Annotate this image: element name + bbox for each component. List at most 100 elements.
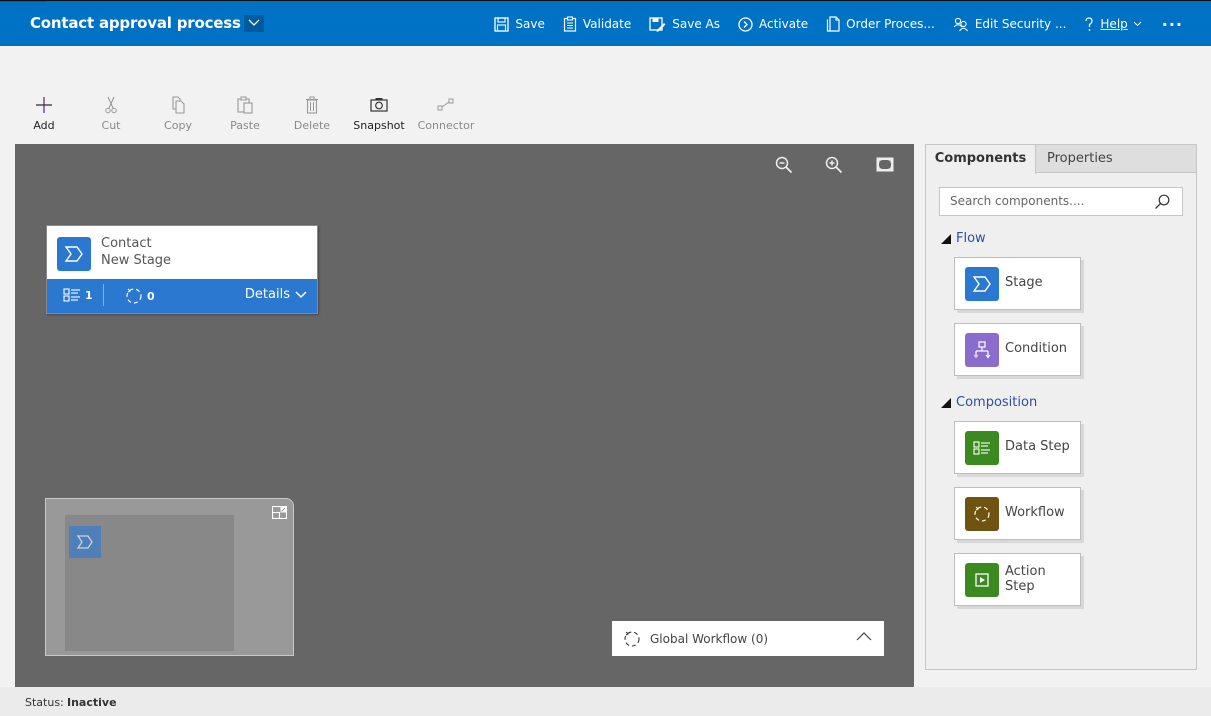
tab-properties[interactable]: Properties [1047, 145, 1113, 173]
minimap-collapse-button[interactable] [271, 504, 288, 523]
workflow-icon [126, 288, 142, 304]
minimap[interactable] [45, 498, 294, 656]
status-value: Inactive [67, 696, 117, 709]
component-data-step-icon-box [965, 431, 999, 465]
process-canvas[interactable]: Contact New Stage 1 0 Details Global Wor… [15, 144, 914, 687]
help-label: Help [1100, 17, 1128, 31]
search-components-field[interactable] [939, 187, 1183, 216]
data-step-icon [973, 441, 990, 455]
component-workflow-label: Workflow [1005, 505, 1065, 520]
stage-node-icon-box [57, 237, 91, 271]
component-stage[interactable]: Stage [954, 257, 1081, 310]
add-button[interactable]: Add [14, 96, 74, 132]
chevron-down-icon [248, 19, 260, 26]
workflow-count: 0 [125, 287, 155, 305]
edit-security-button[interactable]: Edit Security ... [953, 17, 1066, 32]
delete-button[interactable]: Delete [282, 96, 342, 132]
footer-divider [103, 284, 104, 306]
camera-icon [370, 98, 388, 112]
more-commands-button[interactable]: ··· [1162, 15, 1183, 34]
activate-icon [738, 16, 753, 32]
component-condition-icon-box [965, 333, 999, 367]
activate-button[interactable]: Activate [738, 16, 808, 32]
group-flow-label: Flow [956, 231, 986, 246]
snapshot-button[interactable]: Snapshot [349, 96, 409, 132]
save-icon [494, 16, 510, 32]
condition-icon [973, 341, 991, 359]
component-action-step-label-line2: Step [1005, 579, 1035, 594]
data-step-icon [63, 288, 80, 302]
people-icon [953, 17, 968, 31]
collapse-triangle-icon [941, 397, 951, 408]
zoom-out-icon [775, 156, 793, 174]
data-step-count-value: 1 [85, 288, 93, 302]
search-components-input[interactable] [950, 194, 1140, 208]
connector-icon [437, 98, 454, 111]
global-workflow-label: Global Workflow (0) [650, 631, 769, 646]
workflow-count-value: 0 [147, 289, 155, 303]
trash-icon [306, 96, 318, 114]
chevron-down-icon [1133, 21, 1142, 27]
process-title[interactable]: Contact approval process [30, 14, 264, 32]
details-label: Details [244, 287, 290, 302]
component-stage-label: Stage [1005, 275, 1043, 290]
title-dropdown-button[interactable] [243, 14, 264, 32]
snapshot-label: Snapshot [353, 119, 405, 132]
save-as-label: Save As [672, 17, 720, 31]
component-data-step-label: Data Step [1005, 439, 1070, 454]
minimap-stage [69, 526, 101, 558]
add-label: Add [33, 119, 55, 132]
zoom-in-button[interactable] [825, 156, 843, 178]
validate-button[interactable]: Validate [563, 16, 631, 32]
group-composition-toggle[interactable]: Composition [941, 395, 1037, 410]
panel-tabs: Components Properties [926, 145, 1196, 174]
component-condition[interactable]: Condition [954, 323, 1081, 376]
collapse-minimap-icon [271, 505, 288, 520]
stage-icon [76, 535, 93, 549]
order-process-label: Order Proces... [846, 17, 935, 31]
chevron-up-icon[interactable] [856, 631, 872, 641]
stage-node[interactable]: Contact New Stage 1 0 Details [46, 225, 318, 314]
workflow-icon [974, 506, 990, 522]
save-button[interactable]: Save [494, 16, 545, 32]
search-icon[interactable] [1154, 194, 1170, 210]
process-title-text: Contact approval process [30, 14, 241, 32]
order-process-button[interactable]: Order Proces... [826, 16, 935, 32]
chevron-down-icon [295, 290, 307, 298]
tab-components[interactable]: Components [926, 145, 1036, 174]
status-label: Status: [25, 696, 64, 709]
component-workflow-icon-box [965, 497, 999, 531]
group-composition-label: Composition [956, 395, 1038, 410]
component-data-step[interactable]: Data Step [954, 421, 1081, 474]
workflow-icon [624, 630, 640, 647]
connector-button[interactable]: Connector [416, 96, 476, 132]
plus-icon [36, 97, 52, 113]
stage-node-footer: 1 0 Details [47, 279, 317, 313]
group-flow-toggle[interactable]: Flow [941, 231, 986, 246]
question-icon [1085, 16, 1094, 31]
fit-to-screen-button[interactable] [876, 157, 894, 176]
cut-button[interactable]: Cut [81, 96, 141, 132]
status-bar: Status: Inactive [0, 687, 1211, 716]
collapse-triangle-icon [941, 233, 951, 244]
connector-label: Connector [417, 119, 475, 132]
component-action-step-label: Action Step [1005, 564, 1046, 594]
save-as-button[interactable]: Save As [649, 16, 720, 32]
delete-label: Delete [293, 119, 331, 132]
copy-button[interactable]: Copy [148, 96, 208, 132]
copy-icon [172, 96, 185, 114]
component-action-step-label-line1: Action [1005, 564, 1046, 579]
component-action-step[interactable]: Action Step [954, 553, 1081, 606]
zoom-out-button[interactable] [775, 156, 793, 178]
app-header: Contact approval process Save Validate S… [0, 0, 1211, 46]
scissors-icon [105, 96, 117, 114]
help-button[interactable]: Help [1084, 16, 1142, 32]
component-workflow[interactable]: Workflow [954, 487, 1081, 540]
details-toggle[interactable]: Details [245, 287, 307, 302]
paste-button[interactable]: Paste [215, 96, 275, 132]
save-as-icon [649, 16, 666, 32]
global-workflow-bar[interactable]: Global Workflow (0) [612, 621, 884, 656]
component-condition-label: Condition [1005, 341, 1068, 356]
data-step-count: 1 [63, 288, 93, 302]
copy-label: Copy [164, 119, 192, 132]
